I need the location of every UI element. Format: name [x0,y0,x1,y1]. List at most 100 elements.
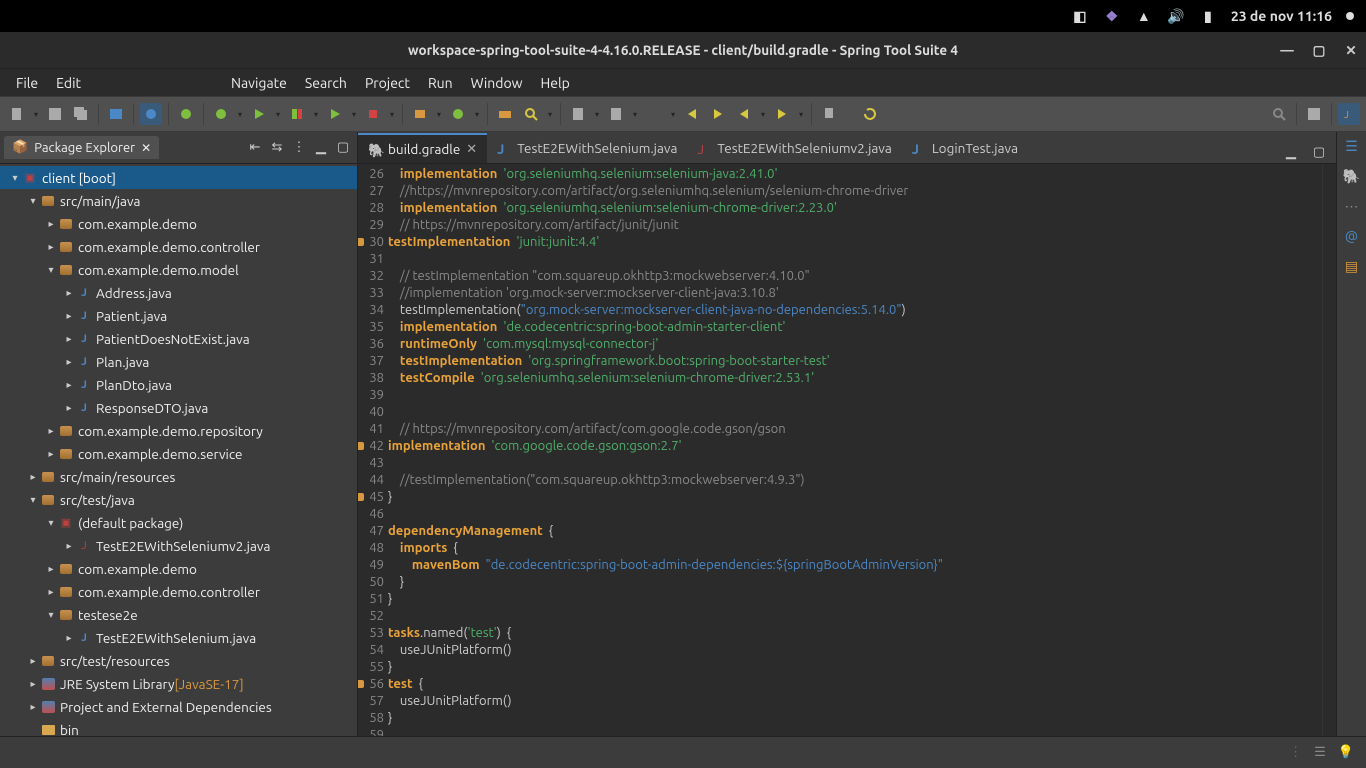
code-editor[interactable]: 2627282930313233343536373839404142434445… [358,164,1336,736]
at-icon[interactable]: @ [1343,228,1361,246]
minimize-view-button[interactable]: ▁ [311,138,331,158]
run-button[interactable] [248,103,270,125]
block-button[interactable] [605,103,627,125]
clock[interactable]: 23 de nov 11:16 [1231,8,1332,24]
editor-tab[interactable]: JTestE2EWithSeleniumv2.java [687,133,901,163]
collapse-all-button[interactable]: ⇤ [245,138,265,158]
back-annotation-button[interactable] [681,103,703,125]
menu-project[interactable]: Project [357,72,418,94]
minimize-button[interactable]: — [1280,43,1294,57]
search-dropdown[interactable] [546,105,554,123]
wand-dropdown[interactable] [669,105,677,123]
teams-icon[interactable]: ❖ [1103,7,1121,25]
link-editor-button[interactable]: ⇆ [267,138,287,158]
editor-tab[interactable]: 🐘build.gradle✕ [358,133,487,163]
gradle-view-icon[interactable]: 🐘 [1343,168,1361,186]
outline-view-icon[interactable]: ☰ [1343,138,1361,156]
quick-access-button[interactable] [1268,103,1290,125]
tree-item[interactable]: ▸JPlan.java [0,350,357,373]
new-package-button[interactable] [409,103,431,125]
tree-item[interactable]: ▸JTestE2EWithSelenium.java [0,626,357,649]
trim-menu-icon[interactable]: ☰ [1314,745,1326,760]
tree-item[interactable]: ▸com.example.demo [0,557,357,580]
tree-item[interactable]: ▸JTestE2EWithSeleniumv2.java [0,534,357,557]
save-button[interactable] [44,103,66,125]
tree-item[interactable]: ▾com.example.demo.model [0,258,357,281]
menu-search[interactable]: Search [297,72,355,94]
new-dropdown[interactable] [32,105,40,123]
maximize-view-button[interactable]: ▢ [333,138,353,158]
menu-file[interactable]: File [8,72,46,94]
tree-item[interactable]: ▸src/test/resources [0,649,357,672]
run-last-button[interactable] [324,103,346,125]
tree-item[interactable]: ▸Project and External Dependencies [0,695,357,718]
editor-tab[interactable]: JLoginTest.java [902,133,1028,163]
menu-navigate[interactable]: Navigate [223,72,295,94]
new-package-dropdown[interactable] [435,105,443,123]
maximize-editor-button[interactable]: ▢ [1308,141,1330,163]
status-handle-icon[interactable]: ⋮ [1289,745,1302,760]
new-button[interactable] [6,103,28,125]
close-view-icon[interactable]: ✕ [141,141,151,155]
volume-icon[interactable]: 🔊 [1167,7,1185,25]
tree-item[interactable]: ▾src/main/java [0,189,357,212]
apps-icon[interactable]: ◧ [1071,7,1089,25]
debug-dropdown[interactable] [236,105,244,123]
tree-item[interactable]: ▸JRE System Library [JavaSE-17] [0,672,357,695]
debug-button[interactable] [210,103,232,125]
tasks-icon[interactable]: ▤ [1343,258,1361,276]
tree-item[interactable]: ▸src/main/resources [0,465,357,488]
tree-item[interactable]: ▸com.example.demo [0,212,357,235]
fwd-annotation-button[interactable] [707,103,729,125]
close-tab-icon[interactable]: ✕ [466,142,477,157]
maximize-button[interactable]: ▢ [1312,43,1326,57]
menu-help[interactable]: Help [533,72,578,94]
save-all-button[interactable] [70,103,92,125]
close-button[interactable]: ✕ [1344,43,1358,57]
minimize-editor-button[interactable]: ▁ [1280,141,1302,163]
forward-dropdown[interactable] [797,105,805,123]
tree-item[interactable]: ▸com.example.demo.repository [0,419,357,442]
menu-edit[interactable]: Edit [48,72,89,94]
wifi-icon[interactable]: ▲ [1135,7,1153,25]
more-icon[interactable]: ⋯ [1343,198,1361,216]
editor-tab[interactable]: JTestE2EWithSelenium.java [487,133,687,163]
toggle-mark-dropdown[interactable] [593,105,601,123]
view-menu-button[interactable]: ⋮ [289,138,309,158]
skip-breakpoints-button[interactable] [175,103,197,125]
pin-button[interactable] [818,103,840,125]
new-class-dropdown[interactable] [473,105,481,123]
menu-window[interactable]: Window [463,72,531,94]
coverage-dropdown[interactable] [312,105,320,123]
wand-button[interactable] [643,103,665,125]
code-body[interactable]: implementation 'org.seleniumhq.selenium:… [388,164,1322,736]
tree-item[interactable]: ▸JPatientDoesNotExist.java [0,327,357,350]
tree-item[interactable]: ▸com.example.demo.controller [0,235,357,258]
package-explorer-tab[interactable]: 📦 Package Explorer ✕ [4,136,159,159]
new-class-button[interactable] [447,103,469,125]
run-dropdown[interactable] [274,105,282,123]
coverage-button[interactable] [286,103,308,125]
open-type-button[interactable] [494,103,516,125]
search-button[interactable] [520,103,542,125]
block-dropdown[interactable] [631,105,639,123]
stop-button[interactable] [362,103,384,125]
tree-item[interactable]: bin [0,718,357,736]
run-last-dropdown[interactable] [350,105,358,123]
back-dropdown[interactable] [759,105,767,123]
boot-dashboard-button[interactable] [140,103,162,125]
stop-dropdown[interactable] [388,105,396,123]
tree-item[interactable]: ▾▣(default package) [0,511,357,534]
tip-icon[interactable]: 💡 [1338,745,1354,760]
forward-button[interactable] [771,103,793,125]
perspective-button[interactable] [1303,103,1325,125]
tree-item[interactable]: ▸JPatient.java [0,304,357,327]
terminal-button[interactable] [105,103,127,125]
java-perspective-button[interactable]: J [1338,103,1360,125]
toggle-mark-button[interactable] [567,103,589,125]
tree-item[interactable]: ▾src/test/java [0,488,357,511]
refresh-button[interactable] [860,103,882,125]
back-button[interactable] [733,103,755,125]
tree-item[interactable]: ▾▣client [boot] [0,166,357,189]
tree-item[interactable]: ▸com.example.demo.service [0,442,357,465]
